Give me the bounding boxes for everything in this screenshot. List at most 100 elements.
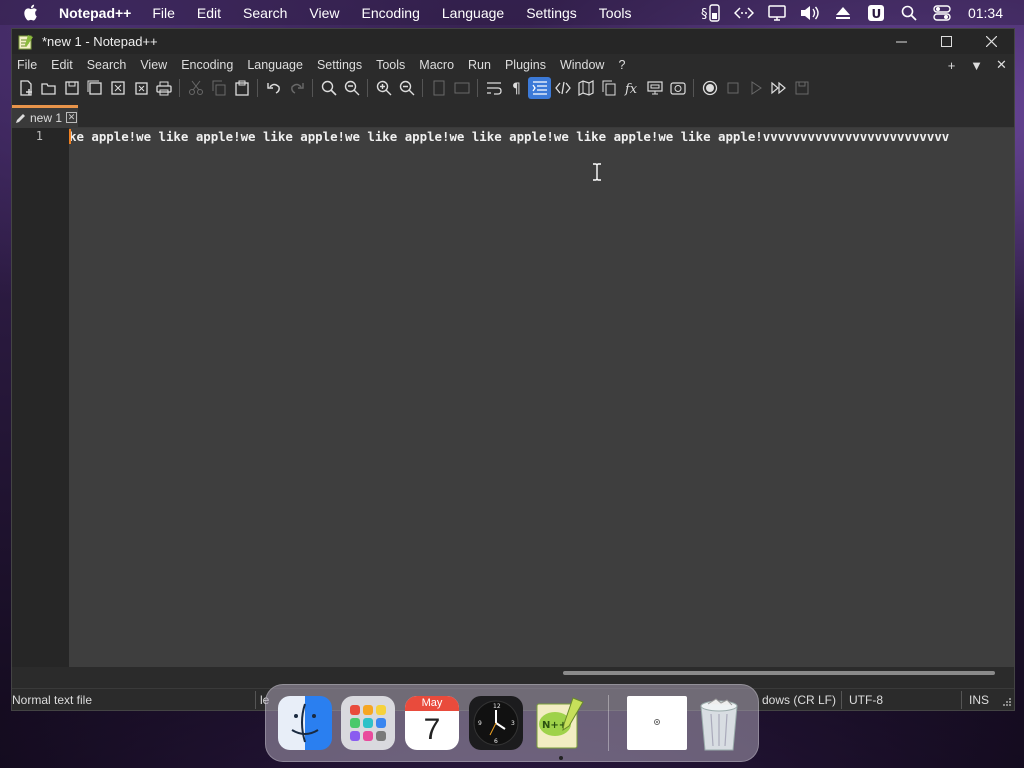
pencil-icon	[16, 113, 25, 123]
indent-guide-icon[interactable]	[528, 77, 551, 99]
word-wrap-icon[interactable]	[482, 77, 505, 99]
document-list-icon[interactable]	[597, 77, 620, 99]
calendar-icon[interactable]: May 7	[405, 696, 459, 750]
menubar-item-language[interactable]: Language	[442, 5, 504, 21]
search-icon[interactable]	[898, 4, 920, 22]
menu-help[interactable]: ?	[611, 54, 632, 76]
menu-macro[interactable]: Macro	[412, 54, 461, 76]
close-all-icon[interactable]	[129, 77, 152, 99]
menubar-item-view[interactable]: View	[309, 5, 339, 21]
control-center-icon[interactable]	[931, 4, 953, 22]
menu-file[interactable]: File	[12, 54, 44, 76]
notepadpp-icon[interactable]: N++	[533, 696, 587, 750]
toolbar-separator	[367, 79, 368, 97]
save-macro-icon[interactable]	[790, 77, 813, 99]
menu-view[interactable]: View	[133, 54, 174, 76]
svg-text:9: 9	[478, 720, 482, 727]
paste-icon[interactable]	[230, 77, 253, 99]
zoom-out-icon[interactable]	[395, 77, 418, 99]
script-phone-icon[interactable]: §	[700, 3, 722, 22]
svg-text:fx: fx	[624, 82, 638, 96]
text-area[interactable]: ke apple!we like apple!we like apple!we …	[69, 128, 1014, 667]
sync-horizontal-icon[interactable]	[450, 77, 473, 99]
monitoring-icon[interactable]	[666, 77, 689, 99]
svg-text:6: 6	[494, 738, 498, 745]
minimize-button[interactable]	[879, 29, 924, 54]
code-arrows-icon[interactable]	[733, 4, 755, 22]
menu-language[interactable]: Language	[240, 54, 310, 76]
run-macro-multiple-icon[interactable]	[767, 77, 790, 99]
play-macro-icon[interactable]	[744, 77, 767, 99]
close-document-button[interactable]: ✕	[989, 57, 1014, 73]
menu-search[interactable]: Search	[80, 54, 134, 76]
svg-text:¶: ¶	[512, 81, 521, 96]
zoom-in-icon[interactable]	[372, 77, 395, 99]
redo-icon[interactable]	[285, 77, 308, 99]
line-number: 1	[35, 129, 43, 143]
function-list-icon[interactable]: fx	[620, 77, 643, 99]
maximize-button[interactable]	[924, 29, 969, 54]
svg-text:12: 12	[493, 703, 501, 710]
show-all-chars-icon[interactable]: ¶	[505, 77, 528, 99]
menubar-item-encoding[interactable]: Encoding	[362, 5, 420, 21]
copy-icon[interactable]	[207, 77, 230, 99]
new-tab-button[interactable]: +	[939, 58, 964, 73]
eject-icon[interactable]	[832, 4, 854, 22]
status-divider	[255, 691, 256, 709]
status-divider	[841, 691, 842, 709]
record-macro-icon[interactable]	[698, 77, 721, 99]
save-icon[interactable]	[60, 77, 83, 99]
find-icon[interactable]	[317, 77, 340, 99]
resize-grip-icon[interactable]	[1002, 697, 1012, 707]
toolbar-separator	[257, 79, 258, 97]
toolbar-separator	[179, 79, 180, 97]
menu-edit[interactable]: Edit	[44, 54, 80, 76]
tab-new-1[interactable]: new 1 ✕	[12, 105, 78, 127]
cut-icon[interactable]	[184, 77, 207, 99]
finder-icon[interactable]	[278, 696, 332, 750]
clock-icon[interactable]: 12 3 6 9	[469, 696, 523, 750]
menubar-item-file[interactable]: File	[152, 5, 175, 21]
menubar-item-search[interactable]: Search	[243, 5, 287, 21]
u-icon[interactable]: U	[865, 4, 887, 22]
launchpad-icon[interactable]	[341, 696, 395, 750]
apple-logo-icon[interactable]	[21, 4, 39, 22]
undo-icon[interactable]	[262, 77, 285, 99]
menubar-app-name[interactable]: Notepad++	[59, 5, 131, 21]
close-file-icon[interactable]	[106, 77, 129, 99]
menu-plugins[interactable]: Plugins	[498, 54, 553, 76]
menubar-item-settings[interactable]: Settings	[526, 5, 577, 21]
menu-settings[interactable]: Settings	[310, 54, 369, 76]
new-file-icon[interactable]	[14, 77, 37, 99]
scrollbar-thumb[interactable]	[563, 671, 995, 675]
editor-area[interactable]: 1 ke apple!we like apple!we like apple!w…	[12, 128, 1014, 667]
menu-tools[interactable]: Tools	[369, 54, 412, 76]
menubar-item-tools[interactable]: Tools	[599, 5, 632, 21]
stop-macro-icon[interactable]	[721, 77, 744, 99]
document-preview-icon[interactable]	[627, 696, 687, 750]
text-line[interactable]: ke apple!we like apple!we like apple!we …	[69, 128, 1014, 145]
trash-icon[interactable]	[694, 696, 744, 751]
window-titlebar[interactable]: *new 1 - Notepad++	[12, 29, 1014, 54]
menubar-clock[interactable]: 01:34	[968, 5, 1003, 21]
horizontal-scrollbar[interactable]	[12, 667, 1014, 679]
open-file-icon[interactable]	[37, 77, 60, 99]
save-all-icon[interactable]	[83, 77, 106, 99]
menu-run[interactable]: Run	[461, 54, 498, 76]
sync-vertical-icon[interactable]	[427, 77, 450, 99]
xml-tag-icon[interactable]	[551, 77, 574, 99]
status-file-type: Normal text file	[12, 693, 93, 707]
replace-icon[interactable]	[340, 77, 363, 99]
folder-workspace-icon[interactable]	[643, 77, 666, 99]
volume-icon[interactable]	[799, 4, 821, 22]
menu-window[interactable]: Window	[553, 54, 611, 76]
print-icon[interactable]	[152, 77, 175, 99]
tab-close-icon[interactable]: ✕	[66, 112, 78, 123]
display-icon[interactable]	[766, 4, 788, 22]
svg-text:3: 3	[511, 720, 515, 727]
document-map-icon[interactable]	[574, 77, 597, 99]
tab-list-button[interactable]: ▼	[964, 58, 989, 73]
menubar-item-edit[interactable]: Edit	[197, 5, 221, 21]
menu-encoding[interactable]: Encoding	[174, 54, 240, 76]
close-button[interactable]	[969, 29, 1014, 54]
